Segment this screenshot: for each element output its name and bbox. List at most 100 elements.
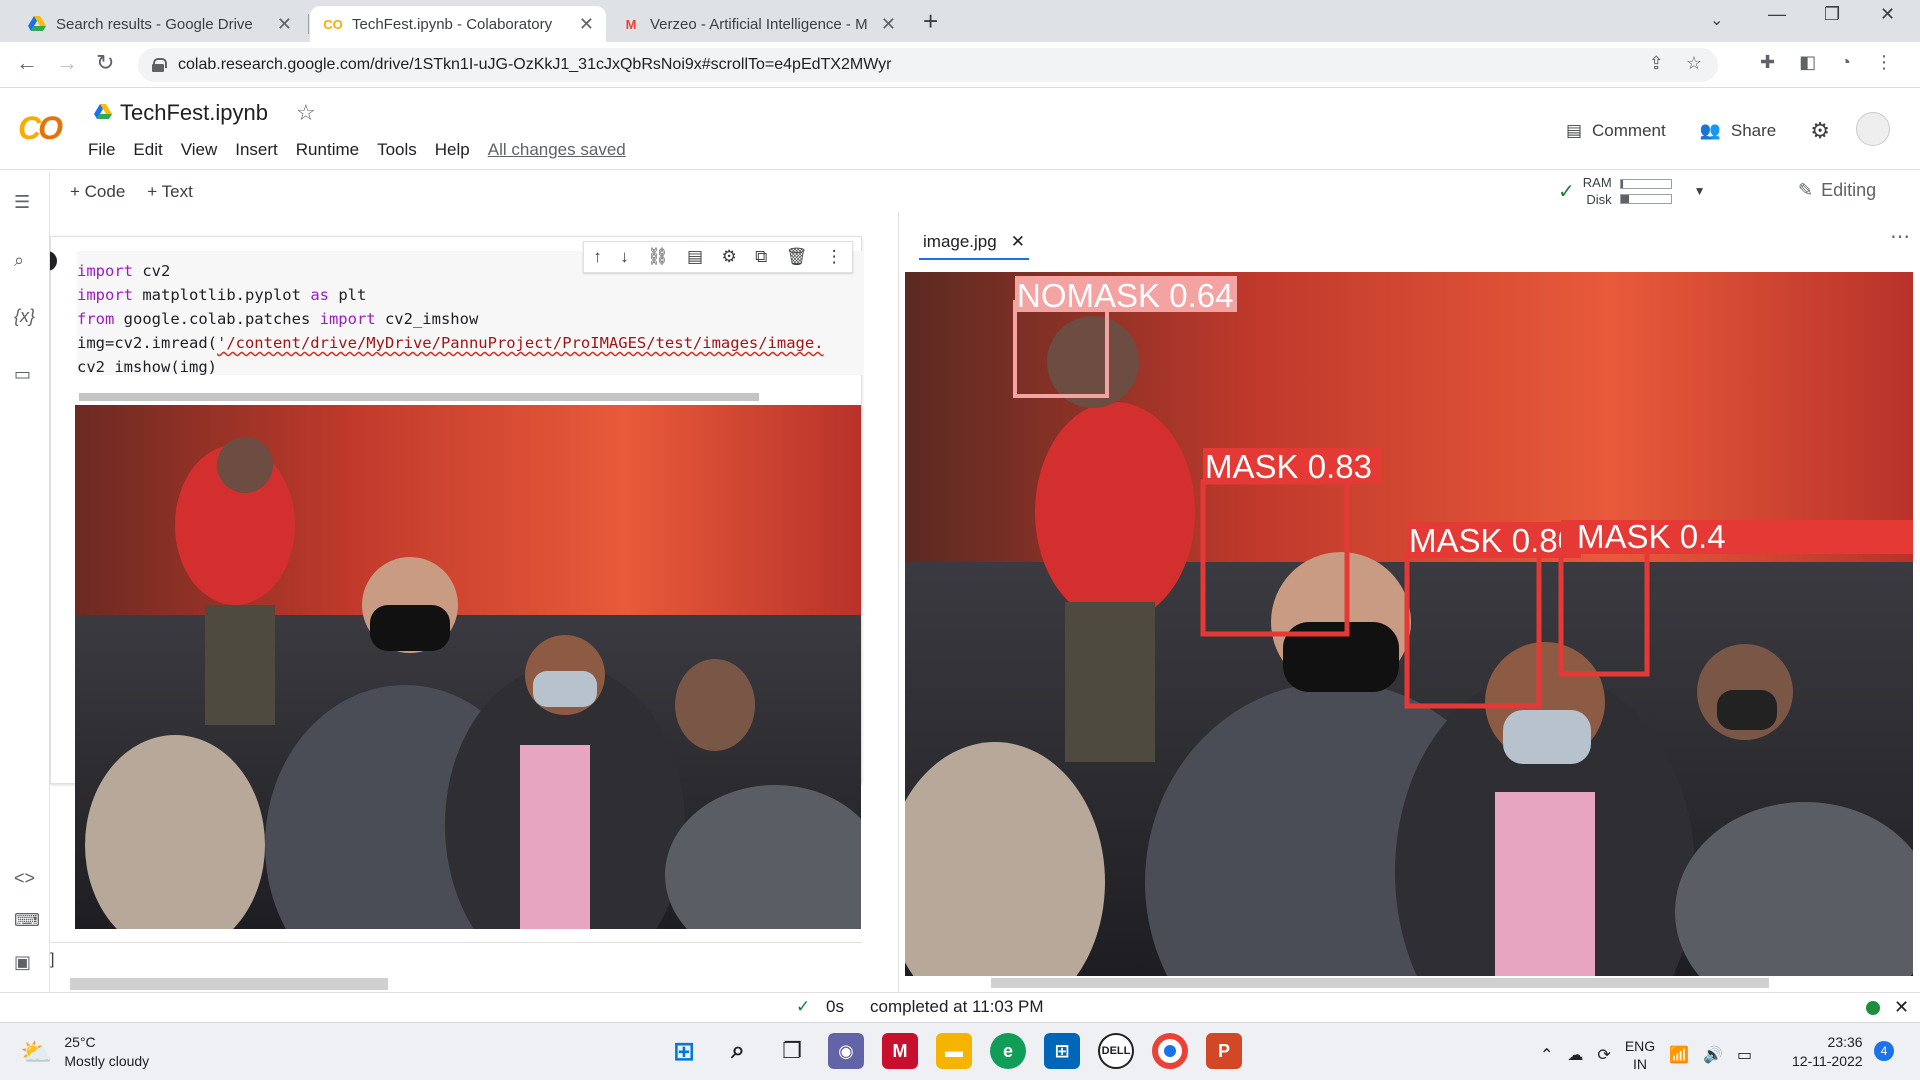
label-nomask-1: NOMASK 0.64 <box>1017 277 1233 314</box>
new-tab-icon[interactable]: + <box>923 6 938 37</box>
back-icon[interactable]: ← <box>16 50 38 76</box>
share-page-icon[interactable]: ⇪ <box>1649 53 1664 74</box>
taskbar-search-icon[interactable]: ⌕ <box>720 1033 756 1069</box>
menu-insert[interactable]: Insert <box>235 140 278 160</box>
empty-code-cell[interactable]: ] <box>50 942 862 972</box>
table-of-contents-icon[interactable]: ☰ <box>14 192 30 213</box>
move-down-icon[interactable]: ↓ <box>620 247 629 267</box>
tab-verzeo[interactable]: M Verzeo - Artificial Intelligence - M ✕ <box>608 6 908 42</box>
tab-colab[interactable]: CO TechFest.ipynb - Colaboratory ✕ <box>310 6 606 42</box>
more-options-icon[interactable]: ⋯ <box>1890 224 1910 249</box>
viewer-tab[interactable]: image.jpg ✕ <box>919 226 1029 260</box>
comment-button[interactable]: ▤ Comment <box>1566 121 1666 141</box>
menu-view[interactable]: View <box>181 140 218 160</box>
tab-google-drive[interactable]: Search results - Google Drive ✕ <box>14 6 304 42</box>
powerpoint-icon[interactable]: P <box>1206 1033 1242 1069</box>
notebook-horizontal-scrollbar[interactable] <box>70 978 388 990</box>
wifi-icon[interactable]: 📶 <box>1669 1045 1689 1065</box>
close-viewer-icon[interactable]: ✕ <box>1011 232 1025 252</box>
menu-file[interactable]: File <box>88 140 115 160</box>
maximize-icon[interactable]: ❐ <box>1824 4 1840 25</box>
drive-icon[interactable] <box>94 104 112 120</box>
code-snippets-icon[interactable]: <> <box>14 868 35 889</box>
variables-icon[interactable]: {x} <box>14 306 35 327</box>
onedrive-cloud-icon[interactable]: ☁ <box>1567 1045 1583 1065</box>
colab-logo[interactable]: CO <box>18 110 63 147</box>
edge-browser-icon[interactable]: e <box>990 1033 1026 1069</box>
volume-icon[interactable]: 🔊 <box>1703 1045 1723 1065</box>
editing-mode-button[interactable]: ✎ Editing <box>1798 180 1876 201</box>
forward-icon[interactable]: → <box>56 50 78 76</box>
profile-icon[interactable]: ◔ <box>1840 52 1851 73</box>
bookmark-star-icon[interactable]: ☆ <box>1686 53 1702 74</box>
connected-check-icon: ✓ <box>1558 180 1575 203</box>
code-text: matplotlib.pyplot <box>133 286 311 304</box>
avatar[interactable] <box>1856 112 1890 146</box>
notebook-toolbar: + Code + Text ✓ RAM Disk ▼ ✎ Editing ⌃ <box>50 172 1920 212</box>
add-text-button[interactable]: + Text <box>147 182 193 202</box>
microsoft-store-icon[interactable]: ⊞ <box>1044 1033 1080 1069</box>
code-text: google.colab.patches <box>114 310 320 328</box>
star-icon[interactable]: ☆ <box>296 100 316 126</box>
chrome-menu-icon[interactable]: ⋮ <box>1875 52 1893 73</box>
google-drive-icon <box>28 15 46 33</box>
mirror-cell-icon[interactable]: ⧉ <box>755 247 767 267</box>
cell-settings-icon[interactable]: ⚙ <box>721 247 736 267</box>
menu-edit[interactable]: Edit <box>133 140 162 160</box>
task-view-icon[interactable]: ❐ <box>774 1033 810 1069</box>
mcafee-icon[interactable]: M <box>882 1033 918 1069</box>
notebook-title[interactable]: TechFest.ipynb <box>120 100 268 126</box>
file-explorer-icon[interactable]: ▬ <box>936 1033 972 1069</box>
viewer-horizontal-scrollbar[interactable] <box>991 978 1769 988</box>
reload-icon[interactable]: ↻ <box>96 50 114 76</box>
add-code-button[interactable]: + Code <box>70 182 125 202</box>
clock[interactable]: 23:36 12-11-2022 <box>1792 1033 1863 1071</box>
run-cell-button[interactable] <box>50 251 57 271</box>
code-text: cv2_imshow(img) <box>77 358 217 375</box>
label-mask-3: MASK 0.4 <box>1577 518 1726 555</box>
minimize-icon[interactable]: — <box>1768 4 1786 25</box>
code-keyword: import <box>77 286 133 304</box>
show-hidden-icons[interactable]: ⌃ <box>1540 1045 1553 1065</box>
command-palette-icon[interactable]: ⌨ <box>14 910 40 931</box>
more-options-icon[interactable]: ⋮ <box>826 247 843 267</box>
comment-icon[interactable]: ▤ <box>687 247 703 267</box>
battery-icon[interactable]: ▭ <box>1737 1045 1752 1065</box>
terminal-icon[interactable]: ▣ <box>14 952 31 973</box>
settings-gear-icon[interactable]: ⚙ <box>1810 118 1830 144</box>
side-panel-icon[interactable]: ◧ <box>1799 52 1816 73</box>
close-tab-icon[interactable]: ✕ <box>579 14 594 35</box>
code-cell[interactable]: import cv2 import matplotlib.pyplot as pl… <box>50 236 863 929</box>
menu-help[interactable]: Help <box>435 140 470 160</box>
extensions-icon[interactable]: ✚ <box>1760 52 1775 73</box>
start-windows-icon[interactable]: ⊞ <box>666 1033 702 1069</box>
save-status[interactable]: All changes saved <box>488 140 626 160</box>
sync-icon[interactable]: ⟳ <box>1597 1045 1610 1065</box>
close-window-icon[interactable]: ✕ <box>1880 4 1895 25</box>
menu-tools[interactable]: Tools <box>377 140 417 160</box>
language-indicator[interactable]: ENG IN <box>1625 1037 1655 1073</box>
close-tab-icon[interactable]: ✕ <box>881 14 896 35</box>
close-status-icon[interactable]: ✕ <box>1894 997 1909 1018</box>
notification-badge[interactable]: 4 <box>1874 1041 1894 1061</box>
chrome-icon[interactable] <box>1152 1033 1188 1069</box>
share-button[interactable]: 👥 Share <box>1700 121 1777 141</box>
move-up-icon[interactable]: ↑ <box>593 247 602 267</box>
search-icon[interactable]: ⌕ <box>14 250 24 271</box>
tab-search-icon[interactable]: ⌄ <box>1710 10 1723 30</box>
url-bar[interactable]: colab.research.google.com/drive/1STkn1I-… <box>138 48 1718 82</box>
close-tab-icon[interactable]: ✕ <box>277 14 292 35</box>
code-horizontal-scrollbar[interactable] <box>79 393 759 401</box>
completed-text[interactable]: completed at 11:03 PM <box>870 997 1044 1017</box>
link-icon[interactable]: ⛓ <box>647 247 669 267</box>
dropdown-arrow-icon[interactable]: ▼ <box>1694 184 1706 198</box>
delete-icon[interactable]: 🗑 <box>786 247 808 267</box>
weather-widget[interactable]: ⛅ 25°C Mostly cloudy <box>20 1033 149 1071</box>
resource-monitor[interactable]: ✓ RAM Disk ▼ <box>1558 174 1706 208</box>
menu-bar: File Edit View Insert Runtime Tools Help… <box>88 140 626 160</box>
dell-icon[interactable]: DELL <box>1098 1033 1134 1069</box>
teams-chat-icon[interactable]: ◉ <box>828 1033 864 1069</box>
disk-bar <box>1619 193 1672 204</box>
files-folder-icon[interactable]: ▭ <box>14 364 31 385</box>
menu-runtime[interactable]: Runtime <box>296 140 359 160</box>
